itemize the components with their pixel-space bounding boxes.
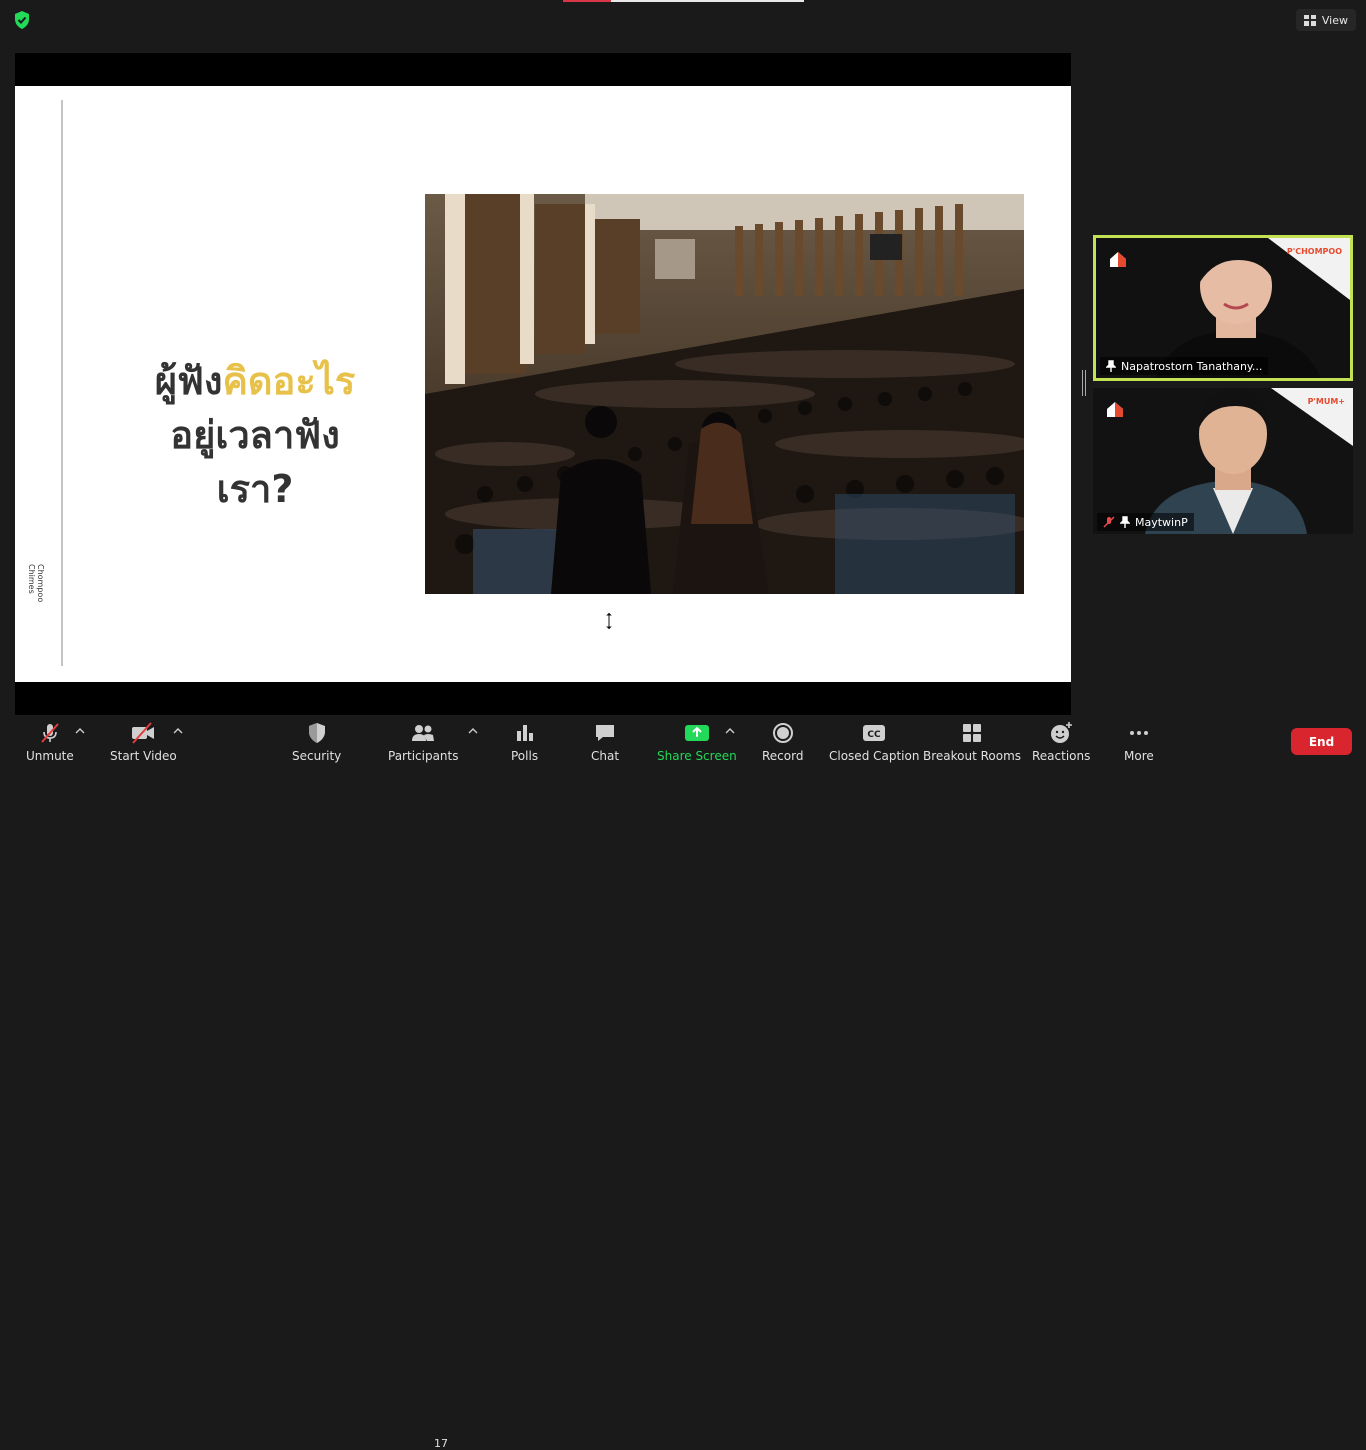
presentation-slide: Chompoo Chimes ผู้ฟังคิดอะไร อยู่เวลาฟัง…	[15, 86, 1071, 682]
slide-author: Chompoo Chimes	[27, 564, 45, 603]
shared-screen: Chompoo Chimes ผู้ฟังคิดอะไร อยู่เวลาฟัง…	[15, 53, 1071, 715]
start-video-label: Start Video	[110, 749, 177, 763]
sharing-indicator-bar	[563, 0, 804, 2]
participant-name-bar: MaytwinP	[1097, 513, 1194, 531]
chat-label: Chat	[591, 749, 620, 763]
headline-line3: เรา?	[216, 467, 294, 511]
share-screen-arrow-icon	[684, 725, 709, 741]
microphone-muted-icon	[41, 723, 59, 743]
more-button[interactable]: More	[1124, 721, 1154, 763]
svg-text:CC: CC	[868, 730, 882, 740]
audio-options-chevron-icon[interactable]	[75, 727, 85, 735]
share-options-chevron-icon[interactable]	[725, 727, 735, 735]
headline-line2: อยู่เวลาฟัง	[170, 413, 340, 457]
unmute-label: Unmute	[26, 749, 74, 763]
polls-bar-chart-icon	[516, 725, 533, 741]
audience-photo	[425, 194, 1024, 594]
participant-video-tile[interactable]: P'MUM+ MaytwinP	[1093, 388, 1353, 534]
video-off-icon	[132, 722, 155, 744]
more-label: More	[1124, 749, 1154, 763]
headline-part1: ผู้ฟัง	[154, 359, 223, 403]
view-button[interactable]: View	[1295, 9, 1356, 31]
polls-button[interactable]: Polls	[511, 721, 538, 763]
participant-name: Napatrostorn Tanathany...	[1121, 359, 1263, 373]
reactions-button[interactable]: Reactions	[1032, 721, 1090, 763]
breakout-rooms-grid-icon	[963, 724, 982, 742]
view-button-label: View	[1321, 13, 1348, 27]
participants-button[interactable]: Participants	[388, 721, 459, 763]
pin-icon	[1120, 516, 1130, 528]
breakout-rooms-label: Breakout Rooms	[923, 749, 1022, 763]
unmute-button[interactable]: Unmute	[26, 721, 74, 763]
share-screen-label: Share Screen	[657, 749, 737, 763]
pin-icon	[1106, 360, 1116, 372]
participant-video-tile[interactable]: P'CHOMPOO Napatrostorn Tanathany...	[1093, 235, 1353, 381]
panel-resize-handle[interactable]	[1082, 370, 1086, 396]
end-meeting-button[interactable]: End	[1291, 728, 1352, 755]
record-label: Record	[762, 749, 804, 763]
record-button[interactable]: Record	[762, 721, 803, 763]
logo-home-icon	[1107, 402, 1123, 417]
participants-label: Participants	[388, 749, 459, 763]
resize-cursor-icon	[603, 611, 615, 631]
security-label: Security	[292, 749, 342, 763]
participant-name: MaytwinP	[1135, 515, 1188, 529]
breakout-rooms-button[interactable]: Breakout Rooms	[923, 721, 1021, 763]
security-shield-icon[interactable]	[12, 10, 32, 30]
participants-count-badge: 17	[434, 1437, 448, 1450]
tile-brand-label: P'MUM+	[1307, 397, 1345, 406]
logo-home-icon	[1110, 252, 1126, 267]
muted-mic-icon	[1103, 516, 1115, 528]
security-button[interactable]: Security	[292, 721, 341, 763]
slide-headline: ผู้ฟังคิดอะไร อยู่เวลาฟัง เรา?	[125, 354, 385, 516]
closed-caption-label: Closed Caption	[829, 749, 920, 763]
participants-icon	[412, 725, 435, 741]
top-bar: View	[0, 0, 1366, 40]
slide-divider	[61, 100, 63, 666]
record-icon	[772, 723, 793, 743]
video-options-chevron-icon[interactable]	[173, 727, 183, 735]
more-dots-icon	[1129, 731, 1148, 735]
chat-bubble-icon	[596, 725, 615, 741]
reactions-smiley-icon	[1051, 722, 1073, 743]
polls-label: Polls	[511, 749, 539, 763]
closed-caption-cc-icon: CC	[863, 725, 886, 741]
participants-options-chevron-icon[interactable]	[468, 727, 478, 735]
start-video-button[interactable]: Start Video	[110, 721, 177, 763]
tile-brand-label: P'CHOMPOO	[1286, 247, 1342, 256]
chat-button[interactable]: Chat	[591, 721, 619, 763]
shield-icon	[308, 723, 325, 743]
participant-name-bar: Napatrostorn Tanathany...	[1100, 357, 1269, 375]
grid-view-icon	[1303, 14, 1316, 26]
meeting-toolbar: Unmute Start Video Security Participants…	[0, 715, 1366, 1450]
headline-highlight: คิดอะไร	[222, 359, 356, 403]
reactions-label: Reactions	[1032, 749, 1091, 763]
closed-caption-button[interactable]: CC Closed Caption	[829, 721, 919, 763]
